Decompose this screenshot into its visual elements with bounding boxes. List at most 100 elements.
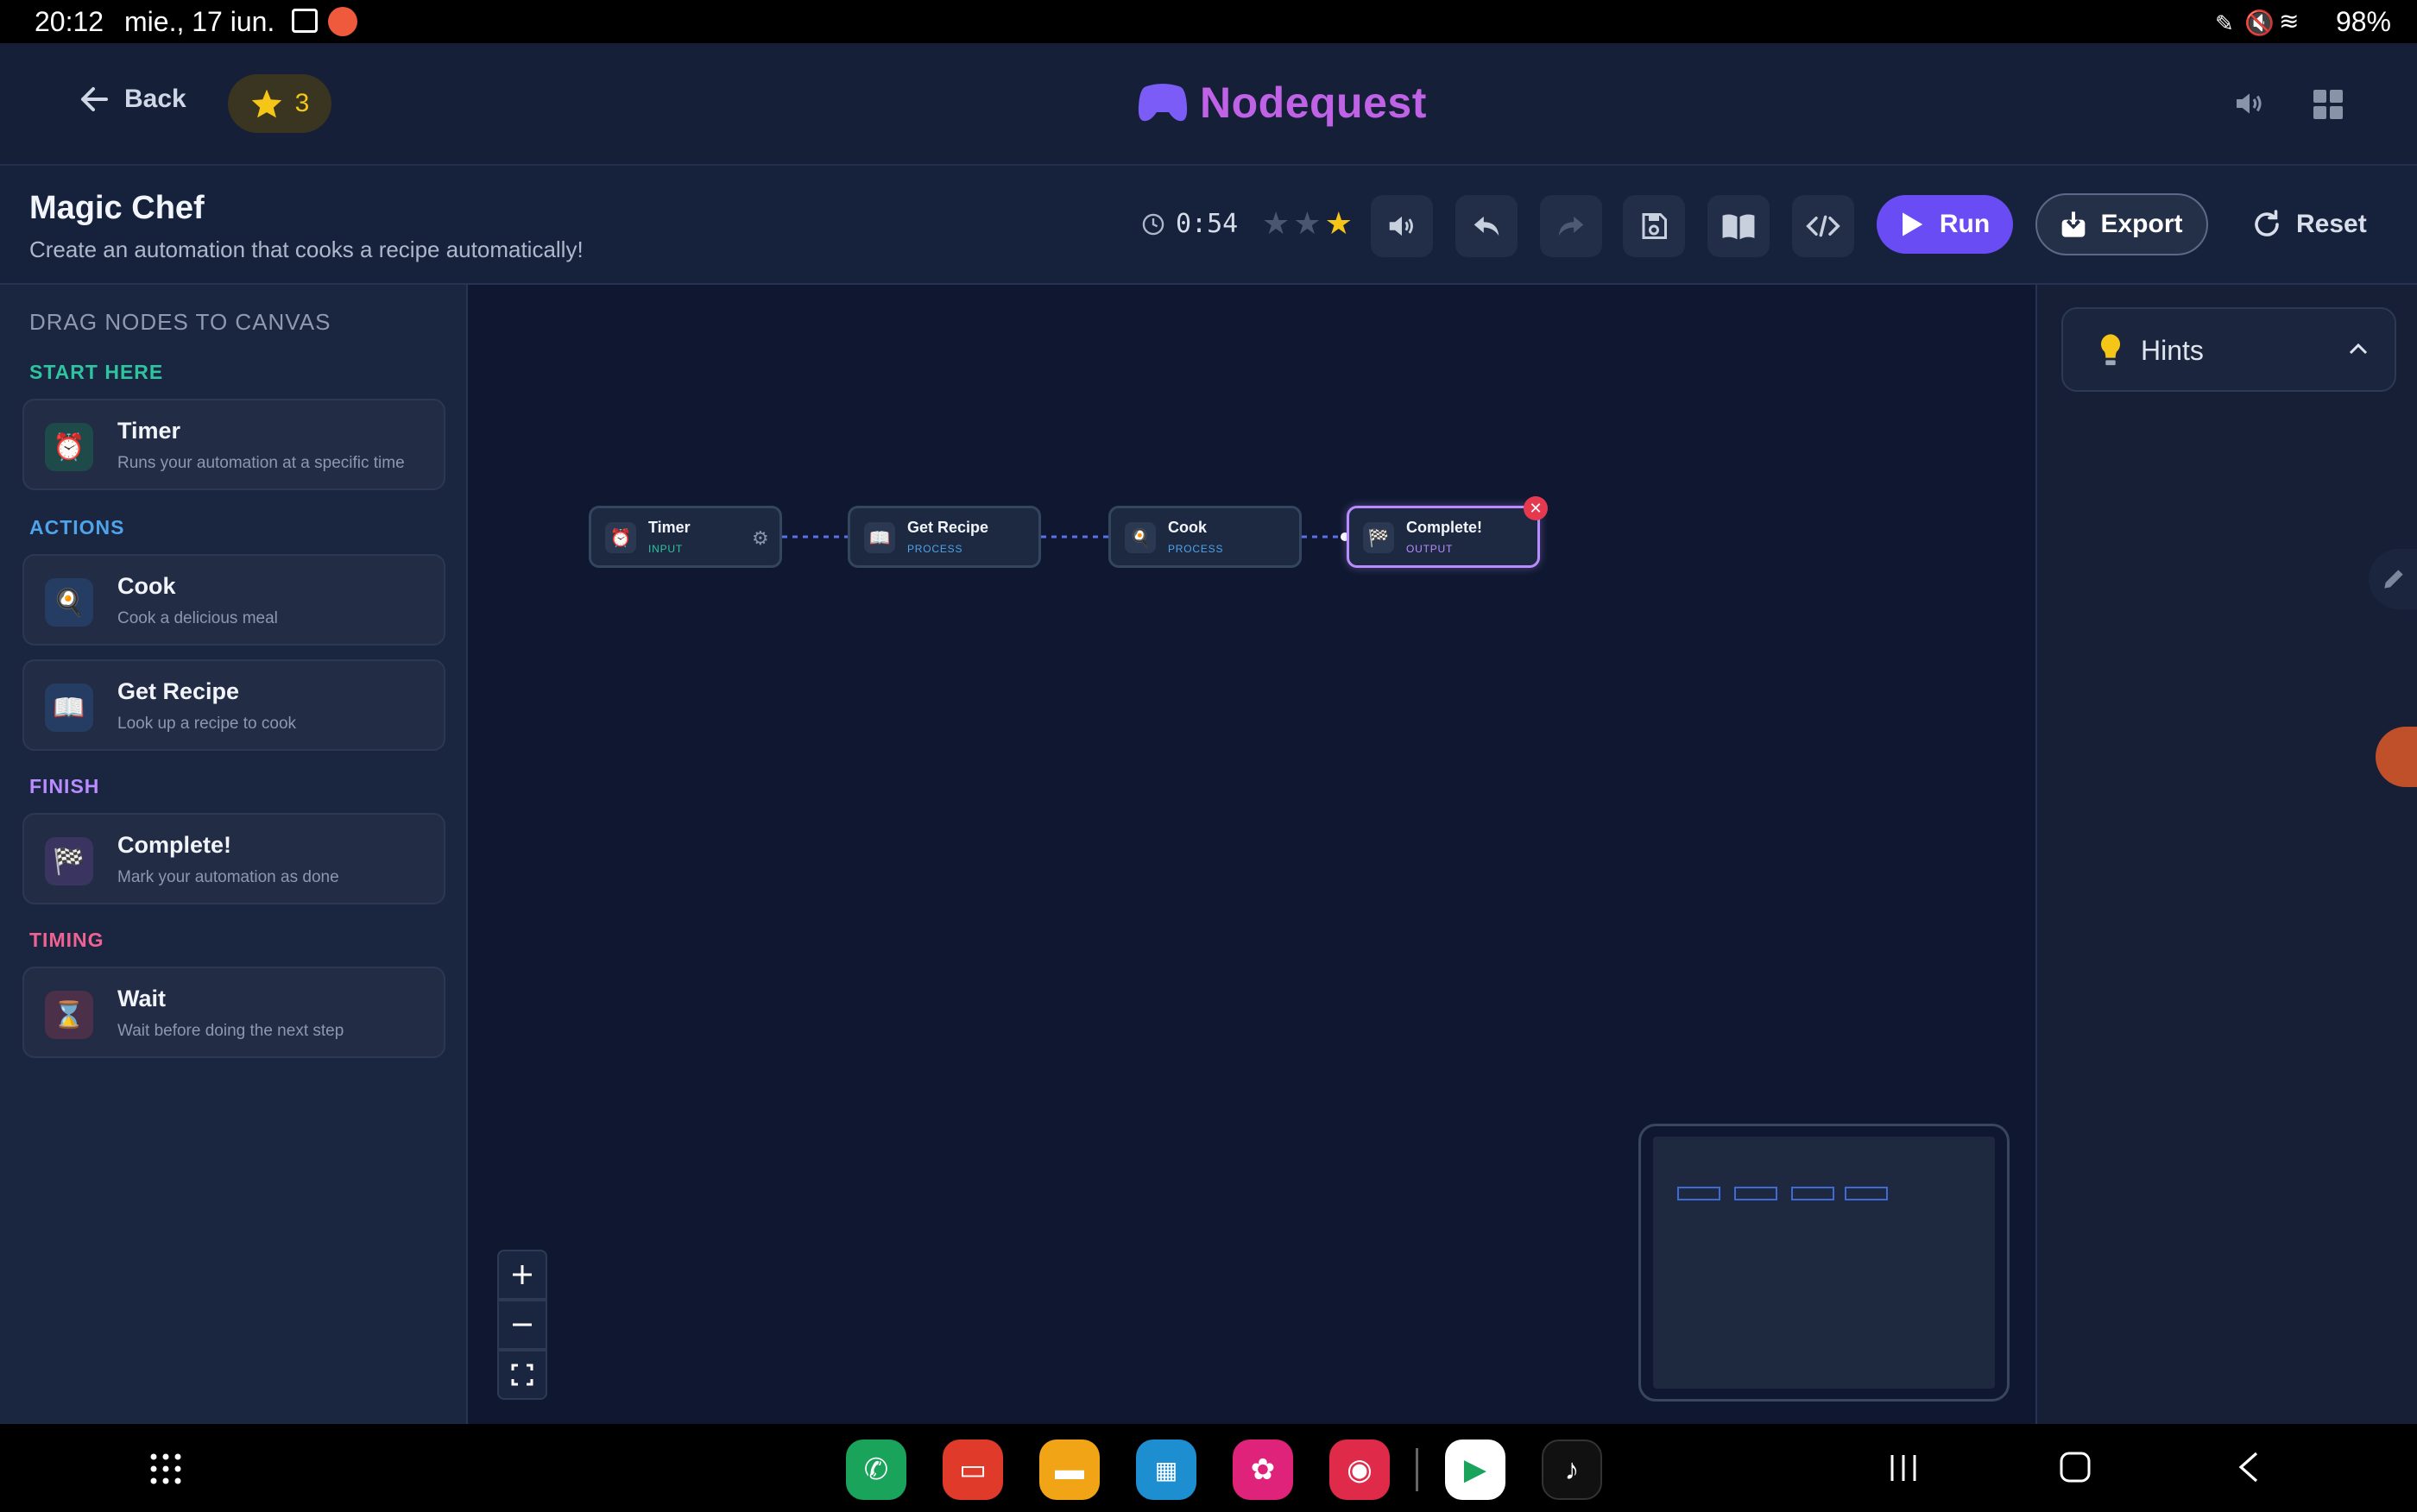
node-type: OUTPUT [1406, 543, 1454, 555]
node-cook[interactable]: 🍳 Cook PROCESS [1108, 506, 1302, 568]
camera-app-icon[interactable]: ◉ [1329, 1440, 1390, 1500]
code-view-button[interactable] [1792, 195, 1854, 257]
section-start-here: START HERE [29, 361, 164, 383]
camera-overlay-icon[interactable] [2376, 727, 2417, 787]
delete-node-icon[interactable]: ✕ [1524, 496, 1548, 520]
sound-toggle-button[interactable] [2232, 86, 2267, 121]
flow-canvas[interactable]: ⏰ Timer INPUT ⚙ 📖 Get Recipe PROCESS 🍳 C… [470, 285, 2034, 1424]
back-label: Back [124, 85, 186, 113]
palette-item-name: Get Recipe [117, 678, 240, 704]
gallery-icon [292, 9, 318, 33]
run-label: Run [1939, 210, 1991, 238]
node-type: PROCESS [1168, 543, 1224, 555]
node-timer[interactable]: ⏰ Timer INPUT ⚙ [589, 506, 782, 568]
status-bar: 20:12 mie., 17 iun. ✎ 🔇 ≋ 98% [0, 0, 2417, 43]
node-label: Complete! [1406, 519, 1483, 536]
run-button[interactable]: Run [1877, 195, 2013, 254]
plus-icon [513, 1265, 532, 1284]
reset-label: Reset [2296, 210, 2367, 238]
level-toolbar: Magic Chef Create an automation that coo… [0, 166, 2417, 285]
notes-app-icon[interactable]: ▭ [943, 1440, 1003, 1500]
reset-button[interactable]: Reset [2251, 209, 2367, 240]
minus-icon [513, 1323, 532, 1326]
zoom-out-button[interactable] [497, 1300, 547, 1350]
files-app-icon[interactable]: ▬ [1039, 1440, 1100, 1500]
hints-toggle[interactable]: Hints [2061, 307, 2396, 392]
node-label: Cook [1168, 519, 1207, 536]
level-title: Magic Chef [29, 190, 205, 226]
nav-back-icon[interactable] [2237, 1452, 2260, 1483]
palette-item-cook[interactable]: 🍳 Cook Cook a delicious meal [22, 554, 445, 646]
minimap-node [1677, 1187, 1720, 1200]
palette-item-desc: Wait before doing the next step [117, 1022, 344, 1040]
menu-grid-button[interactable] [2312, 88, 2344, 121]
star-count: 3 [294, 89, 310, 117]
grid-icon [2313, 90, 2343, 119]
lightbulb-icon [2100, 334, 2121, 366]
frying-egg-icon: 🍳 [1125, 522, 1156, 553]
palette-item-timer[interactable]: ⏰ Timer Runs your automation at a specif… [22, 399, 445, 490]
section-finish: FINISH [29, 775, 100, 797]
node-type: INPUT [648, 543, 683, 555]
gallery-app-icon[interactable]: ✿ [1233, 1440, 1293, 1500]
gamepad-icon [1138, 84, 1188, 122]
home-icon[interactable] [2060, 1452, 2091, 1483]
undo-icon [1474, 216, 1499, 236]
palette-item-complete[interactable]: 🏁 Complete! Mark your automation as done [22, 813, 445, 904]
alarm-clock-icon: ⏰ [605, 522, 636, 553]
hourglass-icon: ⌛ [45, 991, 93, 1039]
phone-app-icon[interactable]: ✆ [846, 1440, 906, 1500]
arrow-left-icon [81, 87, 108, 111]
level-subtitle: Create an automation that cooks a recipe… [29, 236, 584, 262]
app-header: Back 3 Nodequest [0, 43, 2417, 166]
redo-button[interactable] [1540, 195, 1602, 257]
export-label: Export [2100, 210, 2183, 238]
minimap[interactable] [1638, 1124, 2010, 1402]
code-icon [1806, 215, 1840, 237]
fit-view-button[interactable] [497, 1350, 547, 1400]
node-complete[interactable]: 🏁 Complete! OUTPUT ✕ [1347, 496, 1548, 568]
battery-level: 98% [2335, 6, 2391, 37]
gear-icon[interactable]: ⚙ [752, 527, 769, 550]
star-rating: ★ ★ ★ [1262, 205, 1353, 242]
download-icon [2062, 211, 2086, 237]
zoom-in-button[interactable] [497, 1250, 547, 1300]
dock-divider [1416, 1448, 1418, 1491]
mute-icon: 🔇 [2244, 9, 2275, 36]
app-drawer-icon[interactable] [148, 1452, 183, 1486]
palette-item-name: Cook [117, 573, 176, 599]
undo-button[interactable] [1455, 195, 1518, 257]
export-button[interactable]: Export [2035, 193, 2208, 255]
play-store-icon[interactable]: ▶ [1445, 1440, 1505, 1500]
star-empty-icon: ★ [1262, 205, 1291, 241]
star-filled-icon: ★ [1324, 205, 1353, 241]
calendar-app-icon[interactable]: ▦ [1136, 1440, 1196, 1500]
fullscreen-icon [511, 1364, 533, 1386]
sound-button[interactable] [1371, 195, 1433, 257]
node-get-recipe[interactable]: 📖 Get Recipe PROCESS [848, 506, 1041, 568]
star-icon [251, 89, 281, 118]
back-button[interactable]: Back [79, 85, 186, 114]
level-timer: 0:54 [1141, 209, 1238, 239]
pencil-icon [2384, 570, 2403, 589]
palette-item-get-recipe[interactable]: 📖 Get Recipe Look up a recipe to cook [22, 659, 445, 751]
pen-icon: ✎ [2215, 10, 2234, 36]
brand-logo: Nodequest [1138, 78, 1427, 128]
save-button[interactable] [1623, 195, 1685, 257]
section-actions: ACTIONS [29, 516, 125, 539]
guide-button[interactable] [1707, 195, 1770, 257]
minimap-node [1845, 1187, 1888, 1200]
checkered-flag-icon: 🏁 [45, 837, 93, 885]
edit-tab[interactable] [2369, 549, 2417, 609]
book-icon [1722, 214, 1755, 240]
node-palette: DRAG NODES TO CANVAS START HERE ⏰ Timer … [0, 285, 468, 1424]
minimap-node [1734, 1187, 1777, 1200]
clock-icon [1142, 213, 1164, 235]
wifi-icon: ≋ [2279, 8, 2300, 35]
minimap-viewport [1653, 1137, 1995, 1389]
status-date: mie., 17 iun. [124, 6, 275, 37]
tiktok-app-icon[interactable]: ♪ [1542, 1440, 1602, 1500]
palette-item-desc: Mark your automation as done [117, 868, 339, 886]
palette-item-wait[interactable]: ⌛ Wait Wait before doing the next step [22, 967, 445, 1058]
recent-apps-icon[interactable] [1889, 1453, 1918, 1483]
